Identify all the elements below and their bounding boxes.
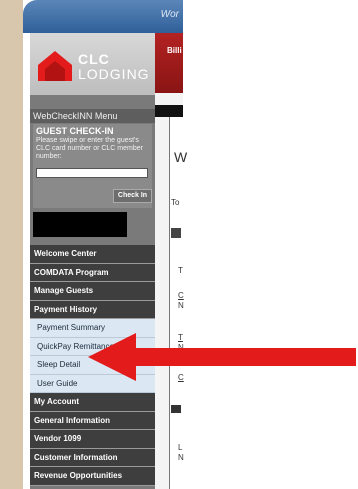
sidebar-item-payment-history[interactable]: Payment History bbox=[30, 300, 155, 319]
logo[interactable]: CLC LODGING bbox=[30, 33, 155, 95]
sidebar-item-revenue-opportunities[interactable]: Revenue Opportunities bbox=[30, 467, 155, 486]
sidebar-item-comdata-program[interactable]: COMDATA Program bbox=[30, 263, 155, 282]
billing-banner-text: Billi bbox=[167, 46, 182, 55]
card-number-input[interactable] bbox=[36, 168, 148, 178]
guest-checkin-title: GUEST CHECK-IN bbox=[36, 126, 114, 136]
sidebar-item-my-account[interactable]: My Account bbox=[30, 393, 155, 412]
content-fragment: L bbox=[178, 443, 183, 452]
content-icon[interactable] bbox=[171, 228, 181, 238]
sidebar-item-vendor-1099[interactable]: Vendor 1099 bbox=[30, 430, 155, 449]
red-arrow-annotation bbox=[88, 333, 356, 381]
left-strip bbox=[0, 0, 23, 489]
logo-text-lodging: LODGING bbox=[78, 66, 150, 82]
sidebar-item-manage-guests[interactable]: Manage Guests bbox=[30, 282, 155, 301]
content-link-fragment[interactable]: C bbox=[178, 291, 184, 300]
guest-checkin-panel: GUEST CHECK-IN Please swipe or enter the… bbox=[33, 124, 152, 208]
top-bar: Wor bbox=[23, 0, 183, 33]
content-icon bbox=[171, 405, 181, 413]
sidebar-item-general-information[interactable]: General Information bbox=[30, 411, 155, 430]
content-fragment: N bbox=[178, 453, 184, 462]
content-fragment: T bbox=[178, 266, 183, 275]
check-in-button[interactable]: Check In bbox=[113, 189, 152, 203]
content-fragment: N bbox=[178, 301, 184, 310]
guest-checkin-instructions: Please swipe or enter the guest's CLC ca… bbox=[36, 137, 143, 160]
header-title: Wor bbox=[160, 9, 179, 20]
content-label: To bbox=[171, 198, 180, 207]
content-heading: W bbox=[174, 149, 188, 165]
sidebar-item-customer-information[interactable]: Customer Information bbox=[30, 448, 155, 467]
billing-banner: Billi bbox=[155, 33, 183, 93]
logo-text-clc: CLC bbox=[78, 51, 110, 67]
sidebar-item-welcome-center[interactable]: Welcome Center bbox=[30, 245, 155, 264]
dark-nav-band bbox=[155, 105, 183, 117]
redacted-block bbox=[33, 212, 127, 237]
menu-title: WebCheckINN Menu bbox=[30, 109, 155, 123]
main-content-edge: Billi W To T C N T N C L N bbox=[155, 33, 187, 489]
sidebar: CLC LODGING WebCheckINN Menu GUEST CHECK… bbox=[30, 33, 155, 489]
clc-logo-icon bbox=[38, 51, 72, 81]
